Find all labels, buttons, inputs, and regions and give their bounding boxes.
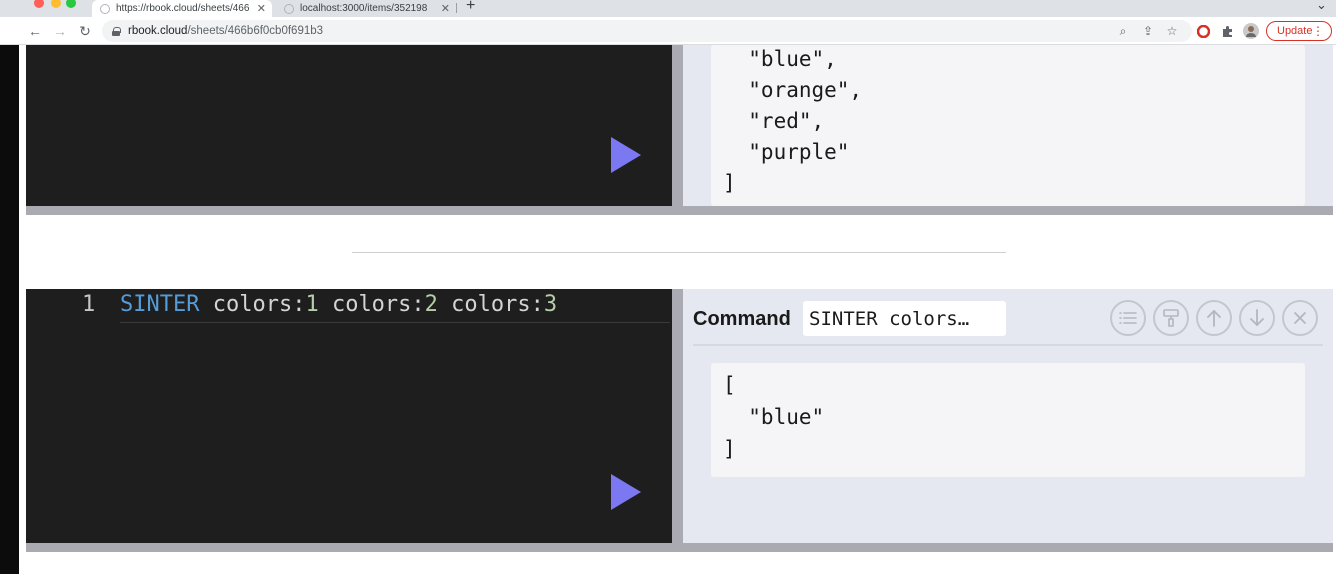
- output-panel: "blue", "orange", "red", "purple" ]: [683, 45, 1333, 206]
- new-tab-button[interactable]: +: [466, 0, 475, 15]
- globe-icon: [284, 3, 294, 14]
- address-bar[interactable]: rbook.cloud/sheets/466b6f0cb0f691b3: [102, 20, 1192, 42]
- json-line: "purple": [723, 140, 850, 164]
- lock-icon: [112, 26, 121, 36]
- header-divider: [693, 344, 1323, 346]
- tab-search-button[interactable]: ⌄: [1316, 0, 1327, 13]
- json-output: [ "blue" ]: [711, 363, 1305, 477]
- back-arrow-icon[interactable]: ←: [26, 22, 44, 40]
- move-down-arrow-icon[interactable]: [1239, 300, 1275, 336]
- cell-divider: [672, 289, 683, 543]
- tab-rbook[interactable]: https://rbook.cloud/sheets/466 ✕: [92, 0, 272, 17]
- address-host: rbook.cloud: [128, 25, 188, 37]
- reload-icon[interactable]: ↻: [76, 22, 94, 40]
- tab-title: https://rbook.cloud/sheets/466: [116, 3, 250, 14]
- profile-avatar[interactable]: [1243, 23, 1259, 39]
- cell-bottom-bar: [26, 543, 1333, 552]
- opera-extension-icon[interactable]: [1195, 23, 1211, 39]
- browser-tab-bar: https://rbook.cloud/sheets/466 ✕ localho…: [0, 0, 1336, 17]
- close-tab-icon[interactable]: ✕: [257, 2, 266, 15]
- line-number: 1: [82, 292, 96, 317]
- cell-divider: [672, 45, 683, 206]
- format-paint-icon[interactable]: [1153, 300, 1189, 336]
- share-icon[interactable]: ⇪: [1140, 23, 1156, 39]
- list-icon[interactable]: [1110, 300, 1146, 336]
- cell-separator: [352, 252, 1006, 253]
- tab-title: localhost:3000/items/352198: [300, 3, 428, 14]
- code-number: 1: [305, 292, 319, 317]
- move-up-arrow-icon[interactable]: [1196, 300, 1232, 336]
- zoom-window-button[interactable]: [66, 0, 76, 8]
- json-line: "orange",: [723, 78, 863, 102]
- code-text: colors:: [199, 292, 306, 317]
- command-preview: SINTER colors…: [803, 301, 1006, 336]
- address-path: /sheets/466b6f0cb0f691b3: [187, 25, 324, 37]
- left-edge-strip: [0, 45, 19, 574]
- json-line: ]: [723, 171, 736, 195]
- run-play-icon[interactable]: [611, 474, 641, 510]
- json-line: [: [723, 373, 736, 397]
- tab-localhost[interactable]: localhost:3000/items/352198 ✕: [276, 0, 456, 17]
- run-play-icon[interactable]: [611, 137, 641, 173]
- close-tab-icon[interactable]: ✕: [441, 2, 450, 15]
- command-label: Command: [693, 308, 791, 330]
- close-window-button[interactable]: [34, 0, 44, 8]
- code-number: 2: [424, 292, 438, 317]
- json-line: "red",: [723, 109, 825, 133]
- notebook-cell-2: 1 SINTER colors:1 colors:2 colors:3 Comm…: [26, 289, 1333, 552]
- json-line: "blue",: [723, 47, 837, 71]
- cell-bottom-bar: [26, 206, 1333, 215]
- delete-close-icon[interactable]: [1282, 300, 1318, 336]
- active-line-highlight: [120, 322, 670, 323]
- globe-icon: [100, 3, 110, 14]
- code-editor[interactable]: [26, 45, 672, 206]
- json-output: "blue", "orange", "red", "purple" ]: [711, 45, 1305, 206]
- notebook-cell-1: "blue", "orange", "red", "purple" ]: [26, 45, 1333, 216]
- code-number: 3: [543, 292, 558, 317]
- code-text: colors:: [437, 292, 544, 317]
- forward-arrow-icon[interactable]: →: [51, 22, 69, 40]
- tab-separator: [456, 3, 457, 13]
- browser-toolbar: ← → ↻ rbook.cloud/sheets/466b6f0cb0f691b…: [0, 17, 1336, 45]
- json-line: ]: [723, 437, 736, 461]
- code-text: colors:: [318, 292, 425, 317]
- code-keyword: SINTER: [120, 292, 200, 317]
- update-button[interactable]: Update ⋮: [1266, 21, 1332, 41]
- zoom-icon[interactable]: ⌕: [1115, 23, 1131, 39]
- update-label: Update: [1277, 25, 1313, 37]
- code-line[interactable]: SINTER colors:1 colors:2 colors:3: [120, 292, 557, 317]
- extensions-puzzle-icon[interactable]: [1219, 23, 1235, 39]
- code-editor[interactable]: 1 SINTER colors:1 colors:2 colors:3: [26, 289, 672, 543]
- json-line: "blue": [723, 405, 825, 429]
- more-menu-icon[interactable]: ⋮: [1312, 24, 1324, 38]
- minimize-window-button[interactable]: [51, 0, 61, 8]
- bookmark-star-icon[interactable]: ☆: [1164, 23, 1180, 39]
- output-panel: Command SINTER colors… [ "blue" ]: [683, 289, 1333, 543]
